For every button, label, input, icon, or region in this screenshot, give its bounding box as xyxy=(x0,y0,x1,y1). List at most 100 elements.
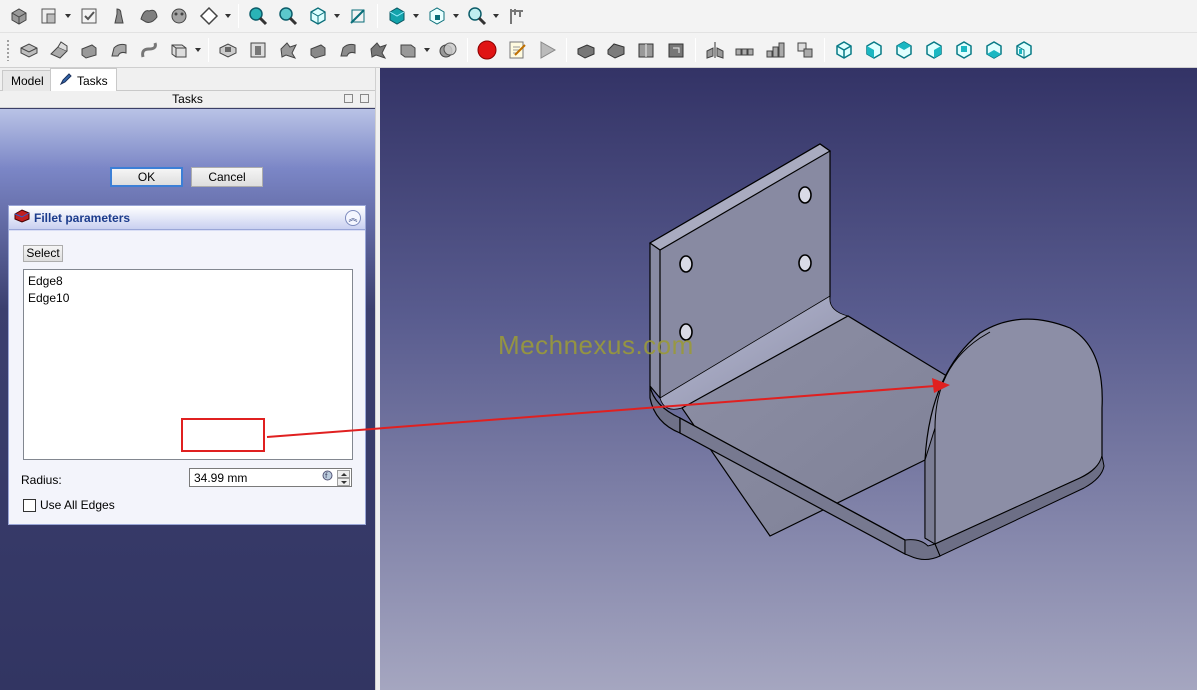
std-diamond-icon[interactable] xyxy=(196,3,222,29)
combo-tabbar: Model Tasks xyxy=(0,68,375,92)
subtractive-loft-icon[interactable] xyxy=(305,37,331,63)
combo-view-panel: Model Tasks Tasks OK Cancel Fillet param… xyxy=(0,68,375,690)
panel-float-icon[interactable] xyxy=(344,94,353,103)
additive-sweep-icon[interactable] xyxy=(106,37,132,63)
panel-close-icon[interactable] xyxy=(360,94,369,103)
toolbar-separator xyxy=(695,38,696,62)
tab-model-label: Model xyxy=(11,74,44,88)
tab-model[interactable]: Model xyxy=(2,70,53,91)
top-toolbar xyxy=(0,0,1197,33)
3d-viewport[interactable]: Mechnexus.com xyxy=(380,68,1197,690)
caliper-icon[interactable] xyxy=(504,3,530,29)
fit-selection-icon[interactable] xyxy=(275,3,301,29)
fillet-parameters-header[interactable]: Fillet parameters xyxy=(9,206,365,230)
multi-transform-icon[interactable] xyxy=(792,37,818,63)
std-create-icon[interactable] xyxy=(166,3,192,29)
ok-button[interactable]: OK xyxy=(110,167,183,187)
radius-highlight-annotation xyxy=(181,418,265,452)
bounding-box-dropdown[interactable] xyxy=(452,3,460,29)
select-button[interactable]: Select xyxy=(23,245,63,262)
subtractive-dropdown[interactable] xyxy=(423,37,431,63)
radius-label: Radius: xyxy=(21,473,62,487)
polar-pattern-icon[interactable] xyxy=(762,37,788,63)
boolean-icon[interactable] xyxy=(435,37,461,63)
tab-tasks[interactable]: Tasks xyxy=(50,68,117,92)
additive-loft-icon[interactable] xyxy=(76,37,102,63)
view-iso-icon[interactable] xyxy=(831,37,857,63)
subtractive-sweep-icon[interactable] xyxy=(335,37,361,63)
draw-style-icon[interactable] xyxy=(384,3,410,29)
view-left-icon[interactable] xyxy=(1011,37,1037,63)
record-macro-icon[interactable] xyxy=(474,37,500,63)
fit-all-icon[interactable] xyxy=(245,3,271,29)
additive-box-icon[interactable] xyxy=(16,37,42,63)
additive-helix-icon[interactable] xyxy=(136,37,162,63)
std-group-dropdown[interactable] xyxy=(64,3,72,29)
use-all-edges-option[interactable]: Use All Edges xyxy=(23,498,115,512)
pencil-icon xyxy=(59,72,73,89)
additive-pipe-icon[interactable] xyxy=(46,37,72,63)
cancel-button[interactable]: Cancel xyxy=(191,167,263,187)
expression-icon[interactable]: f xyxy=(322,470,333,481)
view-bottom-icon[interactable] xyxy=(981,37,1007,63)
std-shape-icon[interactable] xyxy=(136,3,162,29)
workbench-toolbar xyxy=(0,33,1197,68)
panel-title-bar: Tasks xyxy=(0,91,375,108)
fillet-parameters-box: Fillet parameters ︽ Select Edge8 Edge10 … xyxy=(8,205,366,525)
std-link-icon[interactable] xyxy=(106,3,132,29)
tab-tasks-label: Tasks xyxy=(77,73,108,88)
zoom-icon[interactable] xyxy=(464,3,490,29)
task-area: OK Cancel Fillet parameters ︽ Select Edg… xyxy=(0,109,375,690)
toolbar-separator xyxy=(208,38,209,62)
list-item[interactable]: Edge8 xyxy=(28,273,348,290)
toolbar-separator xyxy=(238,4,239,28)
toolbar-separator xyxy=(824,38,825,62)
collapse-chevron-icon[interactable]: ︽ xyxy=(345,210,361,226)
fillet-icon xyxy=(14,209,30,226)
subtractive-prism-icon[interactable] xyxy=(395,37,421,63)
thickness-icon[interactable] xyxy=(663,37,689,63)
subtractive-helix-icon[interactable] xyxy=(365,37,391,63)
toolbar-separator xyxy=(377,4,378,28)
diamond-dropdown[interactable] xyxy=(224,3,232,29)
spin-up-button[interactable] xyxy=(337,470,350,478)
view-rear-icon[interactable] xyxy=(951,37,977,63)
radius-input[interactable]: 34.99 mm f xyxy=(189,468,352,487)
panel-title: Tasks xyxy=(172,92,203,106)
toolbar-grip[interactable] xyxy=(6,39,10,61)
draft-icon[interactable] xyxy=(633,37,659,63)
bracket-model[interactable] xyxy=(380,68,1197,690)
view-menu-icon[interactable] xyxy=(305,3,331,29)
fillet-icon[interactable] xyxy=(573,37,599,63)
view-front-icon[interactable] xyxy=(861,37,887,63)
chamfer-icon[interactable] xyxy=(603,37,629,63)
bounding-box-icon[interactable] xyxy=(424,3,450,29)
list-item[interactable]: Edge10 xyxy=(28,290,348,307)
run-macro-icon[interactable] xyxy=(534,37,560,63)
fillet-parameters-body: Select Edge8 Edge10 Radius: 34.99 mm f U… xyxy=(9,231,365,524)
fillet-parameters-title: Fillet parameters xyxy=(34,210,131,225)
std-view-icon[interactable] xyxy=(76,3,102,29)
additive-dropdown[interactable] xyxy=(194,37,202,63)
mirror-icon[interactable] xyxy=(702,37,728,63)
measure-icon[interactable] xyxy=(345,3,371,29)
zoom-dropdown[interactable] xyxy=(492,3,500,29)
subtractive-groove-icon[interactable] xyxy=(275,37,301,63)
additive-prism-icon[interactable] xyxy=(166,37,192,63)
std-part-icon[interactable] xyxy=(6,3,32,29)
view-top-icon[interactable] xyxy=(891,37,917,63)
use-all-edges-checkbox[interactable] xyxy=(23,498,36,512)
linear-pattern-icon[interactable] xyxy=(732,37,758,63)
spin-down-button[interactable] xyxy=(337,478,350,486)
use-all-edges-label: Use All Edges xyxy=(40,498,115,512)
draw-style-dropdown[interactable] xyxy=(412,3,420,29)
radius-value[interactable]: 34.99 mm xyxy=(194,471,247,485)
toolbar-separator xyxy=(467,38,468,62)
view-menu-dropdown[interactable] xyxy=(333,3,341,29)
toolbar-separator xyxy=(566,38,567,62)
edit-macro-icon[interactable] xyxy=(504,37,530,63)
std-group-icon[interactable] xyxy=(36,3,62,29)
subtractive-hole-icon[interactable] xyxy=(245,37,271,63)
view-right-icon[interactable] xyxy=(921,37,947,63)
subtractive-pocket-icon[interactable] xyxy=(215,37,241,63)
